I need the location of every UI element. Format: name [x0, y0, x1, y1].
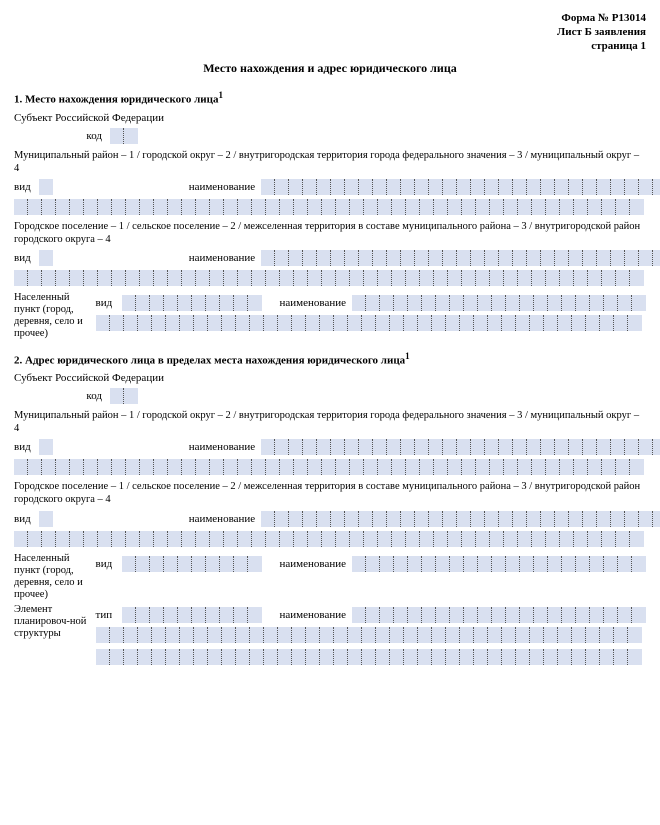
s1-gp-naim-field[interactable]: [261, 250, 660, 266]
s2-gp-naim-field-2[interactable]: [14, 531, 646, 547]
s1-mun-naim-field[interactable]: [261, 179, 660, 195]
sheet-label: Лист Б заявления: [14, 26, 646, 40]
s2-np-vid-label: вид: [96, 558, 122, 570]
section2-heading: 2. Адрес юридического лица в пределах ме…: [14, 351, 646, 367]
s2-plan-naim-field[interactable]: [352, 607, 646, 623]
s2-mun-vid-label: вид: [14, 441, 39, 453]
s2-np-naim-field[interactable]: [352, 556, 646, 572]
s1-np-naim-field-2[interactable]: [96, 315, 646, 331]
s1-mun-vid-field[interactable]: [39, 179, 53, 195]
s2-mun-note: Муниципальный район – 1 / городской окру…: [14, 410, 646, 435]
s2-np-vid-field[interactable]: [122, 556, 262, 572]
s2-np-naim-label: наименование: [274, 558, 352, 570]
s1-code-label: код: [14, 130, 110, 142]
s2-np-label: Населенный пункт (город, деревня, село и…: [14, 553, 96, 601]
s1-mun-vid-label: вид: [14, 181, 39, 193]
s2-plan-label: Элемент планировоч-ной структуры: [14, 604, 96, 640]
s2-gp-naim-label: наименование: [183, 513, 261, 525]
s2-plan-naim-field-2[interactable]: [96, 627, 646, 643]
s1-np-naim-label: наименование: [274, 297, 352, 309]
s1-np-naim-field[interactable]: [352, 295, 646, 311]
s2-gp-vid-field[interactable]: [39, 511, 53, 527]
page-label: страница 1: [14, 40, 646, 54]
s2-code-label: код: [14, 390, 110, 402]
form-number: Форма № Р13014: [14, 12, 646, 26]
s1-mun-naim-label: наименование: [183, 181, 261, 193]
s1-gp-note: Городское поселение – 1 / сельское посел…: [14, 221, 646, 246]
s2-plan-naim-field-3[interactable]: [96, 649, 646, 665]
s2-mun-vid-field[interactable]: [39, 439, 53, 455]
s2-code-field[interactable]: [110, 388, 138, 404]
s1-gp-naim-field-2[interactable]: [14, 270, 646, 286]
s1-gp-vid-field[interactable]: [39, 250, 53, 266]
s1-code-field[interactable]: [110, 128, 138, 144]
s2-gp-vid-label: вид: [14, 513, 39, 525]
s2-mun-naim-field[interactable]: [261, 439, 660, 455]
section1-heading: 1. Место нахождения юридического лица1: [14, 90, 646, 106]
s1-np-vid-label: вид: [96, 297, 122, 309]
s1-subject-label: Субъект Российской Федерации: [14, 112, 646, 124]
s2-mun-naim-label: наименование: [183, 441, 261, 453]
s1-np-label: Населенный пункт (город, деревня, село и…: [14, 292, 96, 340]
s1-mun-naim-field-2[interactable]: [14, 199, 646, 215]
s1-np-vid-field[interactable]: [122, 295, 262, 311]
s1-gp-naim-label: наименование: [183, 252, 261, 264]
s2-mun-naim-field-2[interactable]: [14, 459, 646, 475]
s2-gp-note: Городское поселение – 1 / сельское посел…: [14, 481, 646, 506]
s2-plan-naim-label: наименование: [274, 609, 352, 621]
s1-mun-note: Муниципальный район – 1 / городской окру…: [14, 150, 646, 175]
s1-gp-vid-label: вид: [14, 252, 39, 264]
s2-plan-tip-field[interactable]: [122, 607, 262, 623]
s2-plan-tip-label: тип: [96, 609, 122, 621]
page-title: Место нахождения и адрес юридического ли…: [14, 61, 646, 76]
form-header: Форма № Р13014 Лист Б заявления страница…: [14, 12, 646, 53]
s2-subject-label: Субъект Российской Федерации: [14, 372, 646, 384]
s2-gp-naim-field[interactable]: [261, 511, 660, 527]
